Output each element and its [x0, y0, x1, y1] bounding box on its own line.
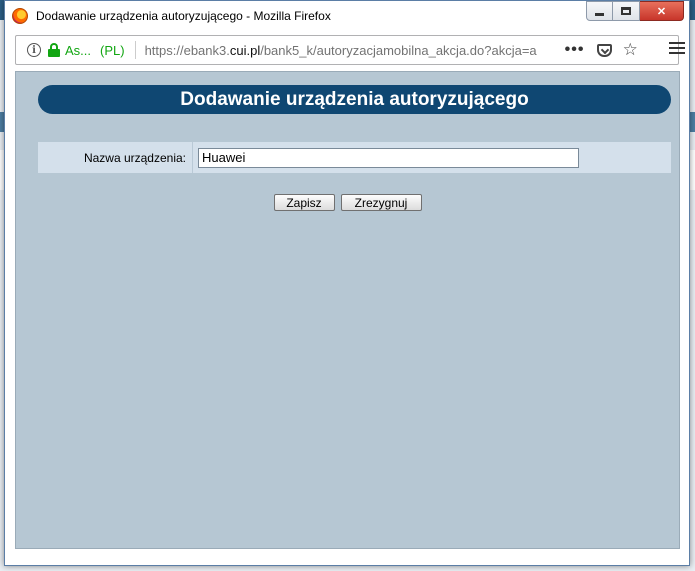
device-name-row: Nazwa urządzenia: [38, 142, 671, 173]
popup-window: Dodawanie urządzenia autoryzującego - Mo… [4, 0, 690, 566]
device-name-label: Nazwa urządzenia: [83, 150, 186, 165]
more-actions-icon[interactable]: ••• [565, 41, 585, 59]
url-prefix: https://ebank3. [144, 42, 230, 58]
window-title: Dodawanie urządzenia autoryzującego - Mo… [36, 9, 331, 23]
url-path: /bank5_k/autoryzacjamobilna_akcja.do?akc… [260, 42, 537, 58]
cancel-button[interactable]: Zrezygnuj [340, 194, 422, 211]
url-domain: cui.pl [229, 42, 261, 58]
address-separator [134, 41, 136, 59]
page-title: Dodawanie urządzenia autoryzującego [38, 85, 671, 114]
bookmark-star-icon[interactable]: ☆ [623, 40, 638, 60]
firefox-logo-icon [12, 8, 28, 24]
device-name-input[interactable] [198, 147, 579, 168]
page-content: Dodawanie urządzenia autoryzującego Nazw… [15, 71, 680, 549]
form-divider [192, 142, 193, 173]
info-icon[interactable]: i [27, 43, 41, 57]
site-identity[interactable]: As... [65, 43, 91, 58]
hamburger-menu-icon[interactable] [669, 39, 685, 57]
lock-icon[interactable] [48, 43, 60, 57]
title-bar[interactable]: Dodawanie urządzenia autoryzującego - Mo… [5, 1, 689, 31]
form-buttons: Zapisz Zrezygnuj [16, 194, 679, 211]
pocket-icon[interactable] [596, 43, 612, 57]
site-country[interactable]: (PL) [100, 43, 125, 58]
window-controls: ✕ [586, 1, 684, 22]
address-bar[interactable]: i As... (PL) https://ebank3.cui.pl/bank5… [15, 35, 679, 65]
maximize-button[interactable] [613, 1, 640, 21]
maximize-icon [621, 7, 631, 15]
close-button[interactable]: ✕ [640, 1, 684, 21]
close-icon: ✕ [656, 5, 667, 18]
minimize-icon [595, 12, 604, 16]
save-button[interactable]: Zapisz [273, 194, 335, 211]
minimize-button[interactable] [586, 1, 613, 21]
url-text[interactable]: https://ebank3.cui.pl/bank5_k/autoryzacj… [145, 43, 559, 58]
